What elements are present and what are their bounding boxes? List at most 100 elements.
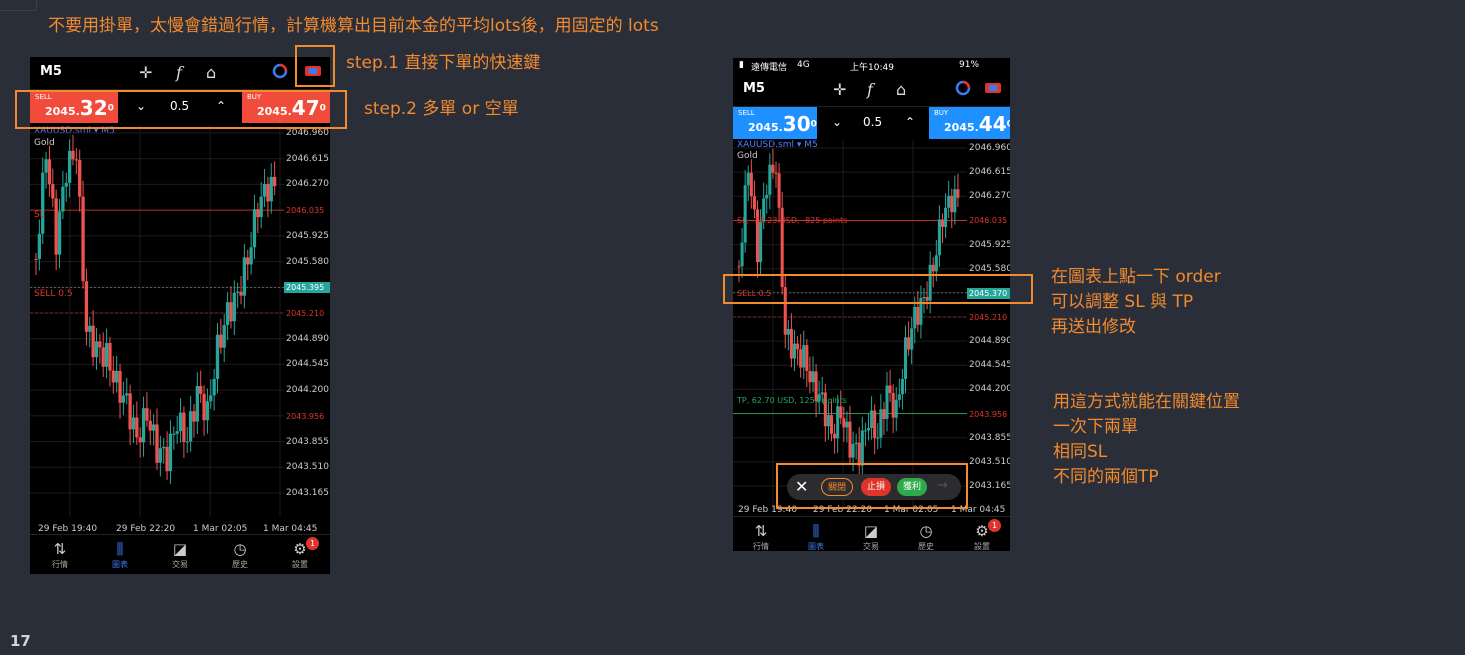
nav-settings[interactable]: ⚙ 設置 1 [275,537,325,570]
candle-body [863,430,867,432]
crosshair-icon[interactable]: ✛ [139,63,152,82]
candle-body [891,392,895,418]
shapes-icon[interactable]: ⌂ [206,63,216,82]
buy-button[interactable]: BUY 2045.440 [929,107,1010,139]
candle-body [125,393,129,396]
price-label: 2043.956 [284,410,330,422]
candle-body [74,159,78,161]
trade-icon[interactable] [984,80,1002,99]
timeframe-button[interactable]: M5 [40,64,62,79]
candle-body [269,176,273,202]
candle-body [879,409,883,438]
candle-body [246,257,250,265]
quotes-icon: ⇅ [53,540,67,558]
candle-body [202,393,206,421]
sl-line-label[interactable]: SL, -28.23 USD, -825 points [737,216,847,225]
note-line: 用這方式就能在關鍵位置 [1053,392,1240,412]
candle-body [128,393,132,430]
candle-body [178,412,183,432]
nav-chart[interactable]: ⫼ 圖表 [95,539,145,570]
candlestick-chart[interactable] [733,140,967,510]
buy-price: 2045.440 [944,112,1010,136]
candle-body [44,159,48,173]
candle-body [47,159,52,185]
one-click-icon[interactable] [955,80,971,100]
price-label: 2045.580 [969,263,1010,274]
candle-body [737,266,741,268]
function-icon[interactable]: f [867,80,873,99]
lot-stepper[interactable]: ⌄ 0.5 ⌃ [817,107,929,139]
candle-body [882,409,886,419]
tp-line-label[interactable]: TP, 62.70 USD, 1254 points [737,396,847,405]
candle-body [937,219,941,256]
candle-body [792,343,797,359]
nav-trade[interactable]: ◪ 交易 [846,521,896,551]
nav-quotes[interactable]: ⇅ 行情 [736,521,786,551]
candle-body [851,443,855,458]
trade-icon: ◪ [863,522,879,540]
candle-body [829,415,834,434]
candle-body [765,194,769,199]
candlestick-chart[interactable] [30,125,284,517]
candle-body [78,159,82,197]
status-bar: ▮ 遠傳電信 4G 上午10:49 91% [733,58,1010,74]
lot-increase-icon[interactable]: ⌃ [905,115,915,129]
step2-highlight [15,90,347,129]
candle-body [84,281,89,332]
candle-body [188,411,193,442]
candle-body [118,370,122,403]
candle-body [168,433,173,472]
candle-body [108,342,112,371]
price-label: 2045.925 [969,239,1010,250]
candle-body [91,325,95,358]
nav-trade[interactable]: ◪ 交易 [155,539,205,570]
candle-body [81,196,85,282]
candle-body [854,442,858,444]
crosshair-icon[interactable]: ✛ [833,80,846,99]
sell-button[interactable]: SELL 2045.300 [733,107,817,139]
candle-body [195,386,199,422]
nav-chart[interactable]: ⫼ 圖表 [791,521,841,551]
sell-order-line-highlight [723,274,1033,304]
candle-body [148,420,152,431]
price-label: 2043.956 [967,408,1010,420]
lot-value[interactable]: 0.5 [863,115,882,129]
candle-body [67,150,72,183]
candle-body [759,221,763,263]
candle-body [34,259,38,260]
nav-settings[interactable]: ⚙ 設置 1 [957,519,1007,551]
candle-body [71,150,75,160]
candle-body [888,385,892,393]
price-label: 2044.545 [969,360,1010,371]
candle-body [950,195,954,213]
candle-body [947,195,951,208]
time-label: 1 Mar 04:45 [263,524,318,534]
candle-body [870,410,874,428]
candle-body [934,255,938,272]
shapes-icon[interactable]: ⌂ [896,80,906,99]
price-label: 2046.615 [286,153,329,164]
timeframe-button[interactable]: M5 [743,81,765,96]
one-click-icon[interactable] [272,63,288,83]
price-axis: 2046.960 2046.615 2046.270 2046.035 2045.925… [967,140,1010,510]
lot-decrease-icon[interactable]: ⌄ [832,115,842,129]
step2-note: step.2 多單 or 空單 [364,99,519,119]
nav-history[interactable]: ◷ 歷史 [901,521,951,551]
candle-body [138,437,142,443]
nav-quotes[interactable]: ⇅ 行情 [35,539,85,570]
candle-body [236,291,240,293]
candle-body [165,446,169,472]
candle-body [222,325,226,348]
sell-order-line-label[interactable]: SELL 0.5 [34,289,73,299]
candle-body [820,392,824,395]
function-icon[interactable]: f [176,63,182,82]
candle-body [101,347,105,367]
candle-body [802,345,806,368]
candle-body [876,437,880,439]
price-axis: 2046.960 2046.615 2046.270 2046.035 2045.925… [284,125,330,517]
candle-body [37,233,42,259]
nav-history[interactable]: ◷ 歷史 [215,539,265,570]
candle-body [209,395,213,402]
candle-body [940,219,945,228]
candle-body [94,341,99,358]
